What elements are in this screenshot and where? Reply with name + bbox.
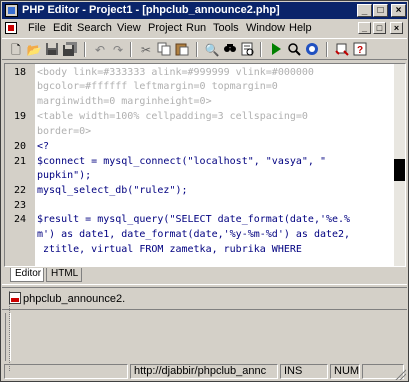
line-number: 24 [13, 214, 27, 225]
paste-icon[interactable] [174, 42, 190, 58]
toolbar-separator [196, 42, 198, 57]
close-button[interactable]: × [391, 4, 406, 17]
new-file-icon[interactable]: 🗋 [8, 42, 24, 58]
maximize-button[interactable]: □ [373, 4, 388, 17]
code-line: pupkin"); [37, 170, 92, 181]
copy-icon[interactable] [156, 42, 172, 58]
settings-icon[interactable] [334, 42, 350, 58]
code-line: <body link=#333333 alink=#999999 vlink=#… [37, 67, 314, 78]
toolbar-separator [260, 42, 262, 57]
menu-tools[interactable]: Tools [213, 22, 239, 34]
toolbar-separator [130, 42, 132, 57]
stop-icon[interactable] [304, 42, 320, 58]
find-icon[interactable]: 🔍 [204, 42, 220, 58]
editor-tabs: Editor HTML [4, 267, 406, 283]
menu-help[interactable]: Help [289, 22, 312, 34]
output-panel [2, 309, 407, 366]
code-line: ztitle, virtual FROM zametka, rubrika WH… [37, 244, 302, 255]
status-num: NUM [330, 364, 360, 379]
scrollbar-thumb[interactable] [394, 159, 405, 181]
mdi-close-button[interactable]: × [390, 22, 403, 34]
mdi-restore-button[interactable]: □ [373, 22, 386, 34]
cut-icon[interactable]: ✂ [138, 42, 154, 58]
code-area[interactable]: <body link=#333333 alink=#999999 vlink=#… [37, 64, 395, 266]
line-number-gutter: 18 19 20 21 22 23 24 [5, 64, 35, 266]
status-url: http://djabbir/phpclub_annc [130, 364, 278, 379]
replace-icon[interactable] [222, 42, 238, 58]
document-icon[interactable] [5, 22, 17, 34]
menu-project[interactable]: Project [148, 22, 182, 34]
vertical-scrollbar[interactable] [394, 64, 405, 266]
code-editor[interactable]: 18 19 20 21 22 23 24 <body link=#333333 … [4, 63, 406, 267]
code-line: mysql_select_db("rulez"); [37, 185, 188, 196]
redo-icon[interactable]: ↷ [110, 42, 126, 58]
code-line: bgcolor=#ffffff leftmargin=0 topmargin=0 [37, 81, 278, 92]
project-file-item[interactable]: phpclub_announce2. [9, 292, 125, 305]
app-icon[interactable] [5, 4, 18, 17]
status-bar: http://djabbir/phpclub_annc INS NUM [2, 363, 407, 381]
run-icon[interactable] [268, 42, 284, 58]
save-icon[interactable] [44, 42, 60, 58]
tab-editor[interactable]: Editor [10, 268, 44, 282]
toolbar: 🗋 📂 ↶ ↷ ✂ 🔍 ? [2, 38, 407, 60]
code-line: $result = mysql_query("SELECT date_forma… [37, 214, 351, 225]
status-panel-empty [4, 364, 128, 379]
output-panel-grip[interactable] [5, 313, 11, 361]
menu-run[interactable]: Run [186, 22, 206, 34]
panel-splitter[interactable] [2, 284, 407, 288]
menu-view[interactable]: View [117, 22, 141, 34]
menu-file[interactable]: File [28, 22, 46, 34]
project-file-name: phpclub_announce2. [23, 293, 126, 305]
window-title: PHP Editor - Project1 - [phpclub_announc… [22, 4, 280, 16]
line-number: 22 [13, 185, 27, 196]
php-editor-window: PHP Editor - Project1 - [phpclub_announc… [0, 0, 409, 382]
svg-text:?: ? [357, 45, 363, 56]
line-number: 18 [13, 67, 27, 78]
line-number: 20 [13, 141, 27, 152]
code-line: <? [37, 141, 50, 152]
line-number: 23 [13, 200, 27, 211]
php-file-icon [9, 292, 21, 304]
find-next-icon[interactable] [240, 42, 256, 58]
tab-html[interactable]: HTML [46, 268, 82, 282]
toolbar-separator [326, 42, 328, 57]
code-line: <table width=100% cellpadding=3 cellspac… [37, 111, 308, 122]
resize-grip-icon[interactable] [394, 368, 406, 380]
mdi-minimize-button[interactable]: _ [358, 22, 371, 34]
menu-edit[interactable]: Edit [53, 22, 72, 34]
code-line: marginwidth=0 marginheight=0> [37, 96, 212, 107]
title-bar[interactable]: PHP Editor - Project1 - [phpclub_announc… [2, 2, 407, 19]
preview-icon[interactable] [286, 42, 302, 58]
menu-bar: File Edit Search View Project Run Tools … [2, 20, 407, 37]
help-icon[interactable]: ? [352, 42, 368, 58]
line-number: 19 [13, 111, 27, 122]
menu-window[interactable]: Window [246, 22, 285, 34]
status-ins: INS [280, 364, 328, 379]
minimize-button[interactable]: _ [357, 4, 372, 17]
code-line: $connect = mysql_connect("localhost", "v… [37, 156, 326, 167]
toolbar-separator [84, 42, 86, 57]
code-line: m') as date1, date_format(date,'%y-%m-%d… [37, 229, 351, 240]
open-folder-icon[interactable]: 📂 [26, 42, 42, 58]
save-all-icon[interactable] [62, 42, 78, 58]
code-line: border=0> [37, 126, 92, 137]
undo-icon[interactable]: ↶ [92, 42, 108, 58]
line-number: 21 [13, 156, 27, 167]
menu-search[interactable]: Search [77, 22, 112, 34]
